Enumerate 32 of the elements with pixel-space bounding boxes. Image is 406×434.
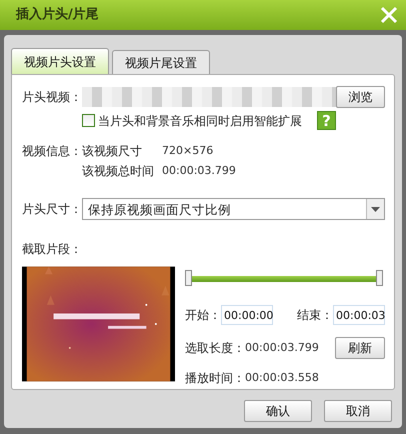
play-time-value: 00:00:03.558 [245, 370, 319, 386]
slider-handle[interactable] [185, 270, 192, 286]
info-label: 该视频总时间 [82, 163, 155, 180]
field-label: 片头尺寸： [22, 201, 82, 218]
field-label: 播放时间： [185, 370, 245, 387]
checkbox-label: 当片头和背景音乐相同时启用智能扩展 [98, 112, 302, 130]
slider-handle[interactable] [376, 270, 383, 286]
field-label: 片头视频： [22, 89, 82, 106]
start-time-field[interactable]: 00:00:00 [221, 305, 273, 325]
length-value: 00:00:03.799 [245, 340, 319, 356]
info-label: 该视频尺寸 [82, 143, 143, 160]
section-label: 截取片段： [22, 241, 83, 258]
tab[interactable]: 视频片尾设置 [112, 50, 210, 74]
dialog-button[interactable]: 取消 [324, 400, 392, 422]
window-title: 插入片头/片尾 [16, 6, 99, 24]
info-label: 视频信息： [22, 143, 82, 160]
field-label: 开始： [185, 307, 221, 324]
size-dropdown[interactable]: 保持原视频画面尺寸比例 [82, 198, 385, 220]
checkbox[interactable] [82, 114, 95, 127]
refresh-button[interactable]: 刷新 [335, 337, 385, 359]
close-icon[interactable] [380, 6, 398, 24]
browse-button[interactable]: 浏览 [336, 86, 385, 108]
field-label: 结束： [297, 307, 333, 324]
info-value: 720×576 [162, 142, 214, 159]
file-path-field[interactable] [82, 87, 336, 107]
end-time-field[interactable]: 00:00:03 [333, 305, 385, 325]
tab[interactable]: 视频片头设置 [11, 48, 109, 74]
dropdown-value: 保持原视频画面尺寸比例 [87, 201, 232, 219]
dropdown-arrow-icon[interactable] [371, 206, 380, 212]
field-label: 选取长度： [185, 340, 245, 357]
info-value: 00:00:03.799 [162, 162, 236, 179]
dialog-button[interactable]: 确认 [244, 400, 312, 422]
